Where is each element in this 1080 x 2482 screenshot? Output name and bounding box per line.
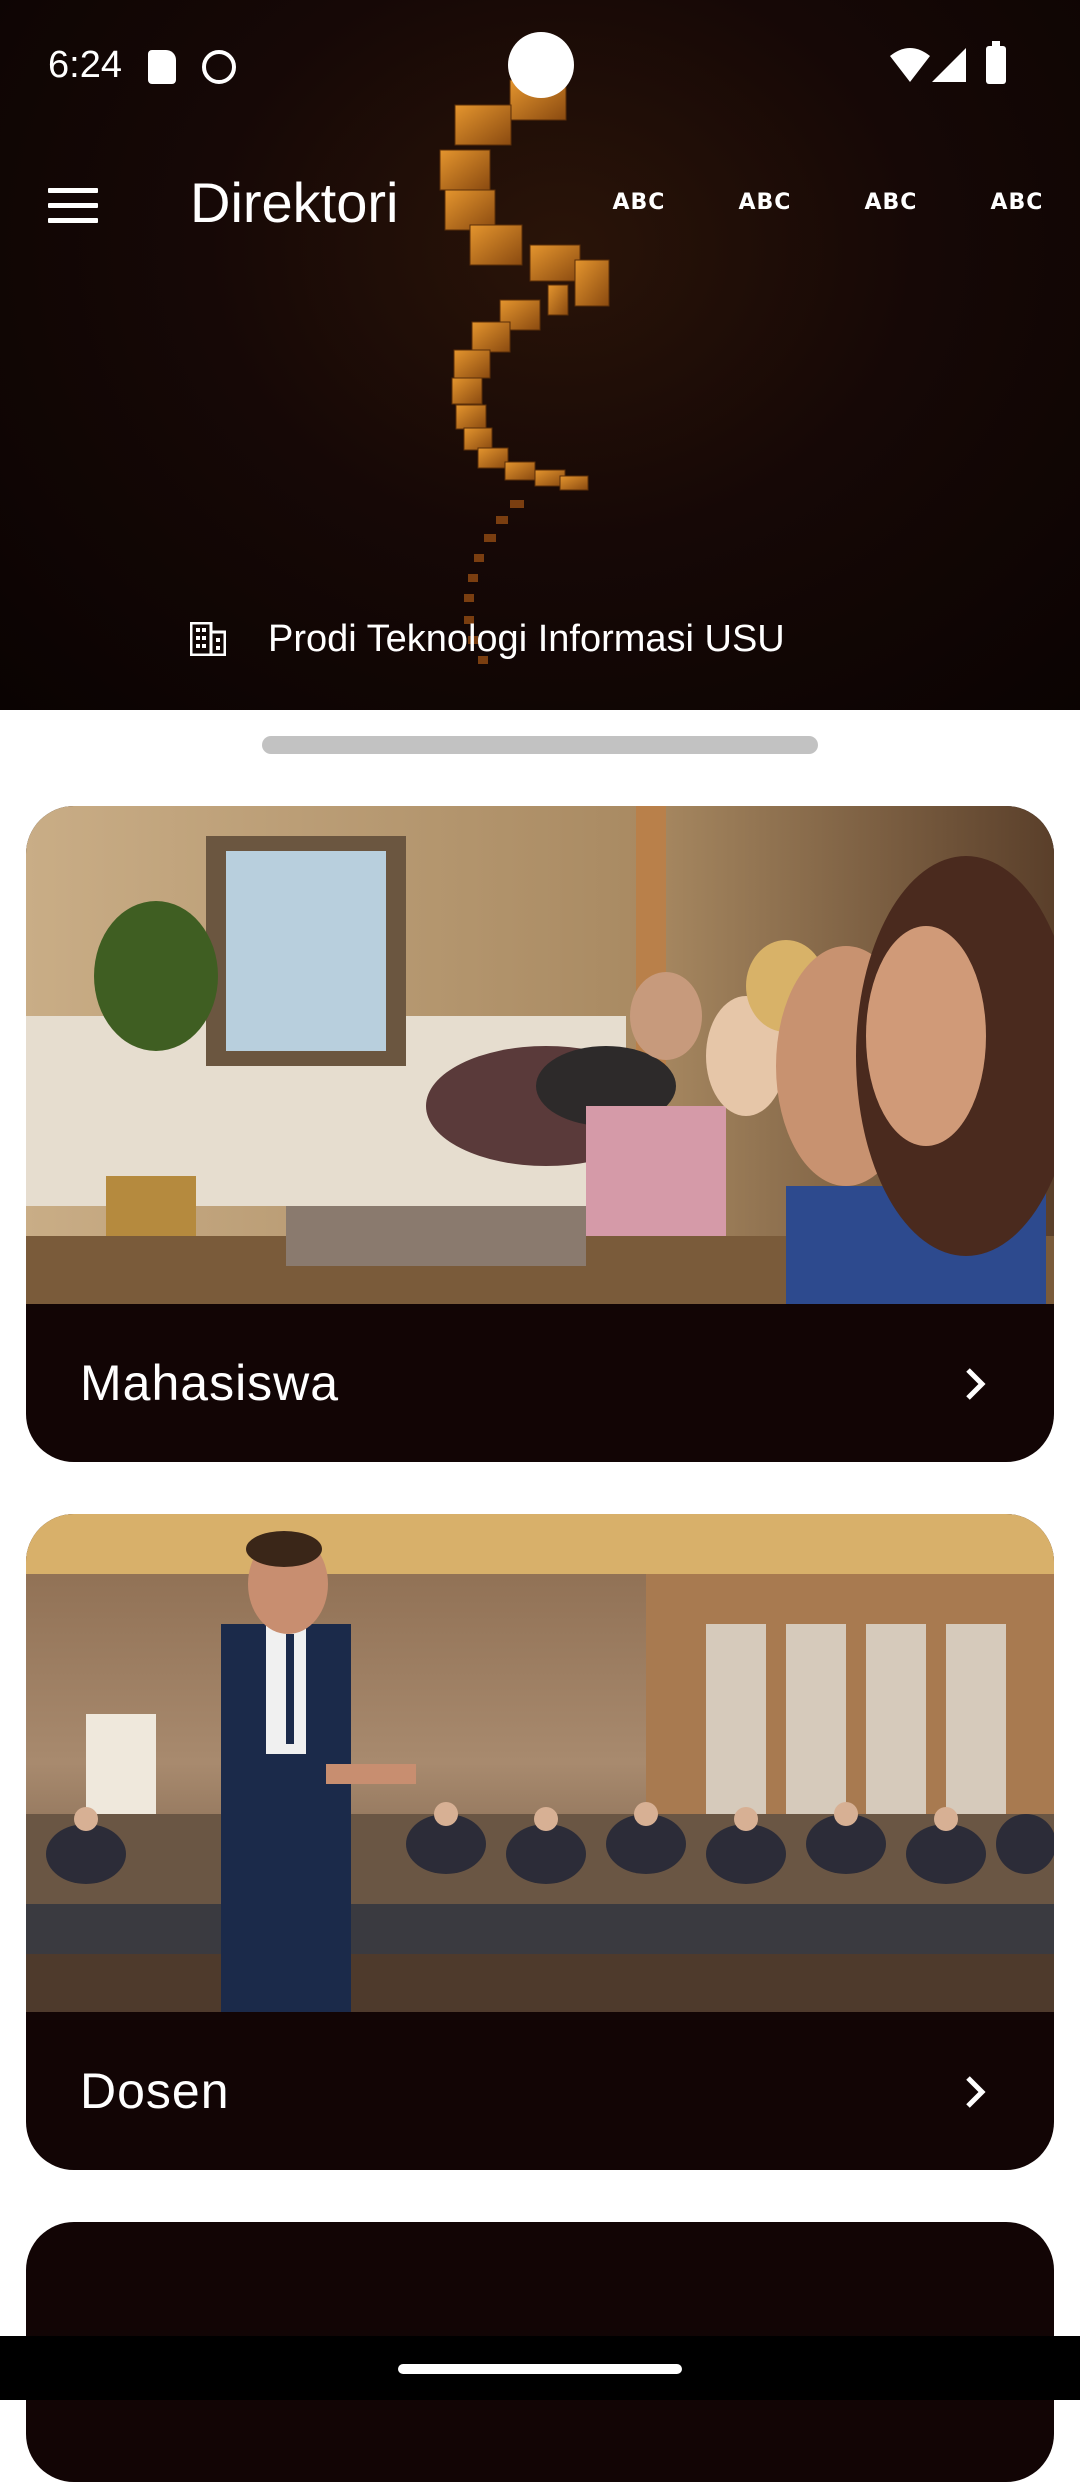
lecturer-presenting-photo bbox=[26, 1514, 1054, 2012]
home-gesture-handle[interactable] bbox=[398, 2364, 682, 2374]
tab-4[interactable]: ABC bbox=[982, 190, 1052, 215]
app-title: Direktori bbox=[190, 171, 399, 234]
tab-2[interactable]: ABC bbox=[730, 190, 800, 215]
stair-sculpture-image bbox=[439, 79, 610, 664]
camera-cutout bbox=[508, 32, 574, 98]
building-icon bbox=[190, 622, 226, 656]
cat-face-icon bbox=[202, 50, 236, 84]
status-bar: 6:24 bbox=[0, 0, 1080, 134]
menu-icon[interactable] bbox=[48, 188, 98, 224]
wifi-icon bbox=[890, 48, 930, 82]
header-banner: 6:24 Direktori ABC ABC ABC ABC Prodi Tek… bbox=[0, 0, 1080, 710]
tab-1[interactable]: ABC bbox=[604, 190, 674, 215]
chevron-right-icon[interactable] bbox=[958, 1364, 992, 1404]
card-footer: Mahasiswa bbox=[26, 1304, 1054, 1462]
card-label: Dosen bbox=[80, 2063, 230, 2119]
battery-icon bbox=[986, 41, 1006, 84]
tab-3[interactable]: ABC bbox=[856, 190, 926, 215]
header-subtitle: Prodi Teknologi Informasi USU bbox=[268, 618, 785, 660]
cell-signal-icon bbox=[932, 48, 966, 82]
sd-card-icon bbox=[148, 50, 176, 84]
chevron-right-icon[interactable] bbox=[958, 2072, 992, 2112]
card-mahasiswa[interactable]: Mahasiswa bbox=[26, 806, 1054, 1462]
card-dosen[interactable]: Dosen bbox=[26, 1514, 1054, 2170]
status-time: 6:24 bbox=[48, 44, 122, 86]
students-in-seminar-photo bbox=[26, 806, 1054, 1304]
card-label: Mahasiswa bbox=[80, 1355, 340, 1411]
drag-handle[interactable] bbox=[262, 736, 818, 754]
card-footer: Dosen bbox=[26, 2012, 1054, 2170]
